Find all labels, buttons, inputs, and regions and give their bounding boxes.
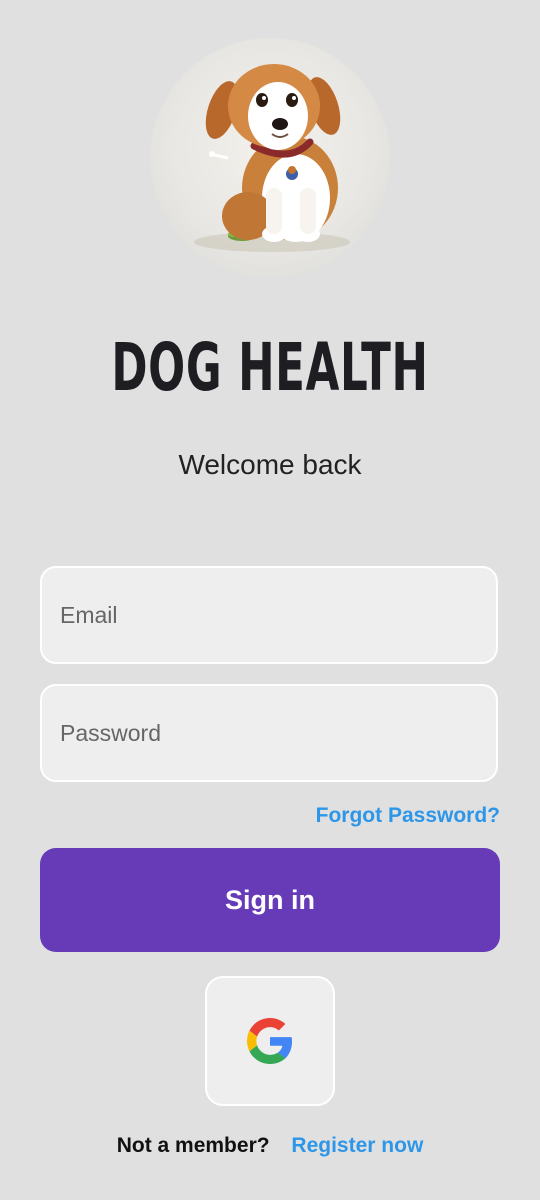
google-sign-in-button[interactable] xyxy=(205,976,335,1106)
sign-in-button[interactable]: Sign in xyxy=(40,848,500,952)
forgot-password-link[interactable]: Forgot Password? xyxy=(316,802,500,830)
password-field[interactable] xyxy=(40,684,498,782)
register-row: Not a member? Register now xyxy=(0,1132,540,1160)
email-field[interactable] xyxy=(40,566,498,664)
login-screen: DOG HEALTH Welcome back Forgot Password?… xyxy=(0,0,540,1200)
welcome-subtitle: Welcome back xyxy=(178,449,362,480)
not-member-text: Not a member? xyxy=(116,1134,270,1157)
register-now-link[interactable]: Register now xyxy=(291,1134,423,1157)
app-title: DOG HEALTH xyxy=(111,329,429,406)
puppy-avatar-icon xyxy=(150,38,390,278)
google-icon xyxy=(247,1018,293,1064)
